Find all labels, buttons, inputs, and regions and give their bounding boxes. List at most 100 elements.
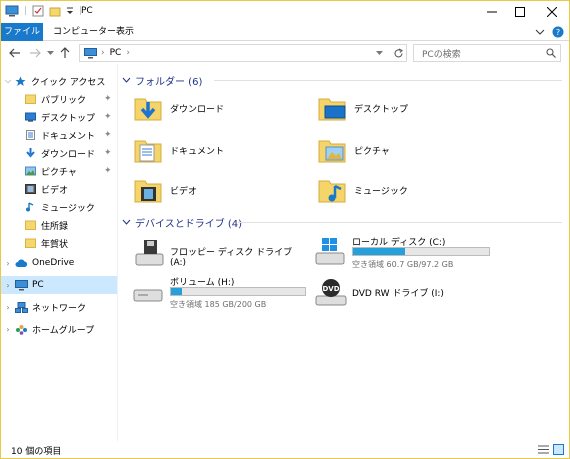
folder-label: ピクチャ <box>354 146 390 157</box>
nav-label: 住所録 <box>41 221 69 232</box>
drive-local-c[interactable]: ローカル ディスク (C:) 空き領域 60.7 GB/97.2 GB <box>314 234 494 274</box>
properties-icon[interactable] <box>32 5 44 17</box>
close-icon <box>547 7 557 17</box>
new-folder-icon[interactable] <box>49 5 61 17</box>
pin-icon[interactable]: ✦ <box>104 112 112 122</box>
back-arrow-icon[interactable] <box>9 48 21 58</box>
nav-item-public[interactable]: パブリック ✦ <box>1 90 117 108</box>
expand-chevron-icon[interactable]: › <box>1 259 15 268</box>
folder-music[interactable]: ミュージック <box>318 176 408 204</box>
close-button[interactable] <box>538 1 566 23</box>
folder-label: デスクトップ <box>354 104 409 115</box>
minimize-button[interactable] <box>478 1 506 23</box>
forward-arrow-icon[interactable] <box>29 48 41 58</box>
expand-chevron-icon[interactable]: › <box>1 281 15 290</box>
nav-onedrive[interactable]: › OneDrive <box>1 254 117 272</box>
maximize-button[interactable] <box>506 1 534 23</box>
pin-icon[interactable]: ✦ <box>104 94 112 104</box>
customize-dropdown-icon[interactable] <box>66 5 74 17</box>
window-title: PC <box>81 6 93 16</box>
item-count: 10 個の項目 <box>11 447 62 457</box>
breadcrumb-pc[interactable]: PC <box>110 48 122 58</box>
pin-icon[interactable]: ✦ <box>104 148 112 158</box>
folder-documents[interactable]: ドキュメント <box>134 136 224 164</box>
folder-icon <box>25 238 36 248</box>
system-drive-icon <box>315 238 345 265</box>
drives-group-header[interactable]: デバイスとドライブ (4) <box>122 214 562 230</box>
drive-floppy[interactable]: フロッピー ディスク ドライブ (A:) <box>132 236 302 270</box>
expand-chevron-icon[interactable]: › <box>1 303 15 312</box>
tab-file[interactable]: ファイル <box>1 23 43 41</box>
up-arrow-icon[interactable] <box>60 47 70 59</box>
nav-item-downloads[interactable]: ダウンロード ✦ <box>1 144 117 162</box>
details-view-icon[interactable] <box>538 445 549 454</box>
breadcrumb-separator: › <box>126 48 130 58</box>
videos-icon <box>25 184 36 194</box>
navigation-pane: ⌵ クイック アクセス パブリック ✦ デスクトップ ✦ ドキュメント ✦ ダウ… <box>1 64 117 441</box>
computer-icon[interactable] <box>5 5 19 17</box>
nav-item-pictures[interactable]: ピクチャ ✦ <box>1 162 117 180</box>
folders-group-header[interactable]: フォルダー (6) <box>122 72 562 88</box>
nav-label: ドキュメント <box>41 131 96 142</box>
tab-computer[interactable]: コンピューター <box>53 23 116 41</box>
folder-desktop[interactable]: デスクトップ <box>318 94 408 122</box>
nav-homegroup[interactable]: › ホームグループ <box>1 320 117 338</box>
drive-dvd[interactable]: DVD DVD RW ドライブ (I:) <box>314 276 494 310</box>
folder-label: ダウンロード <box>170 104 225 115</box>
documents-icon <box>26 130 35 140</box>
separator: | <box>24 6 28 16</box>
nav-item-new-year-cards[interactable]: 年賀状 <box>1 234 117 252</box>
folder-icon <box>25 94 36 104</box>
nav-network[interactable]: › ネットワーク <box>1 298 117 316</box>
desktop-folder-icon <box>318 98 346 121</box>
nav-pc[interactable]: › PC <box>1 276 117 294</box>
expand-ribbon-icon[interactable] <box>535 28 545 36</box>
videos-folder-icon <box>134 180 162 203</box>
address-bar[interactable]: › PC › <box>79 44 407 62</box>
floppy-drive-icon <box>135 240 164 266</box>
folder-label: ドキュメント <box>170 146 225 157</box>
folder-videos[interactable]: ビデオ <box>134 176 197 204</box>
recent-locations-icon[interactable] <box>47 51 54 56</box>
search-icon <box>546 48 556 58</box>
pin-icon[interactable]: ✦ <box>104 130 112 140</box>
folder-label: ビデオ <box>170 186 198 197</box>
nav-item-desktop[interactable]: デスクトップ ✦ <box>1 108 117 126</box>
nav-label: ホームグループ <box>32 325 95 336</box>
address-dropdown-icon[interactable] <box>376 51 383 56</box>
dvd-drive-icon: DVD <box>315 279 347 306</box>
nav-item-videos[interactable]: ビデオ <box>1 180 117 198</box>
nav-item-address-book[interactable]: 住所録 <box>1 216 117 234</box>
homegroup-icon <box>16 324 27 335</box>
pictures-folder-icon <box>318 140 346 163</box>
help-icon[interactable]: ? <box>552 26 564 38</box>
nav-label: ネットワーク <box>32 303 87 314</box>
minimize-icon <box>487 11 497 13</box>
collapse-chevron-icon[interactable]: ⌵ <box>1 76 15 86</box>
group-title: フォルダー (6) <box>135 76 203 88</box>
search-input[interactable]: PCの検索 <box>413 44 561 62</box>
tab-view[interactable]: 表示 <box>116 23 134 41</box>
drive-volume-h[interactable]: ボリューム (H:) 空き領域 185 GB/200 GB <box>132 274 312 314</box>
nav-item-documents[interactable]: ドキュメント ✦ <box>1 126 117 144</box>
nav-quick-access[interactable]: ⌵ クイック アクセス <box>1 72 117 90</box>
nav-label: 年賀状 <box>41 239 69 250</box>
pictures-icon <box>25 166 36 176</box>
star-icon <box>15 76 26 86</box>
drive-label: フロッピー ディスク ドライブ (A:) <box>170 248 293 268</box>
nav-item-music[interactable]: ミュージック <box>1 198 117 216</box>
large-icons-view-icon[interactable] <box>553 444 564 455</box>
pin-icon[interactable]: ✦ <box>104 166 112 176</box>
folder-pictures[interactable]: ピクチャ <box>318 136 390 164</box>
collapse-chevron-icon <box>122 219 131 225</box>
documents-folder-icon <box>134 140 162 163</box>
group-title: デバイスとドライブ (4) <box>135 218 243 230</box>
expand-chevron-icon[interactable]: › <box>1 325 15 334</box>
ribbon-tabs: ファイル コンピューター 表示 ? <box>1 23 569 41</box>
title-bar: | | PC <box>1 1 569 23</box>
breadcrumb-separator: › <box>101 48 105 58</box>
drive-usage-bar <box>352 247 490 256</box>
quick-access-toolbar: | | <box>5 5 82 17</box>
refresh-icon[interactable] <box>393 48 404 59</box>
folder-downloads[interactable]: ダウンロード <box>134 94 224 122</box>
